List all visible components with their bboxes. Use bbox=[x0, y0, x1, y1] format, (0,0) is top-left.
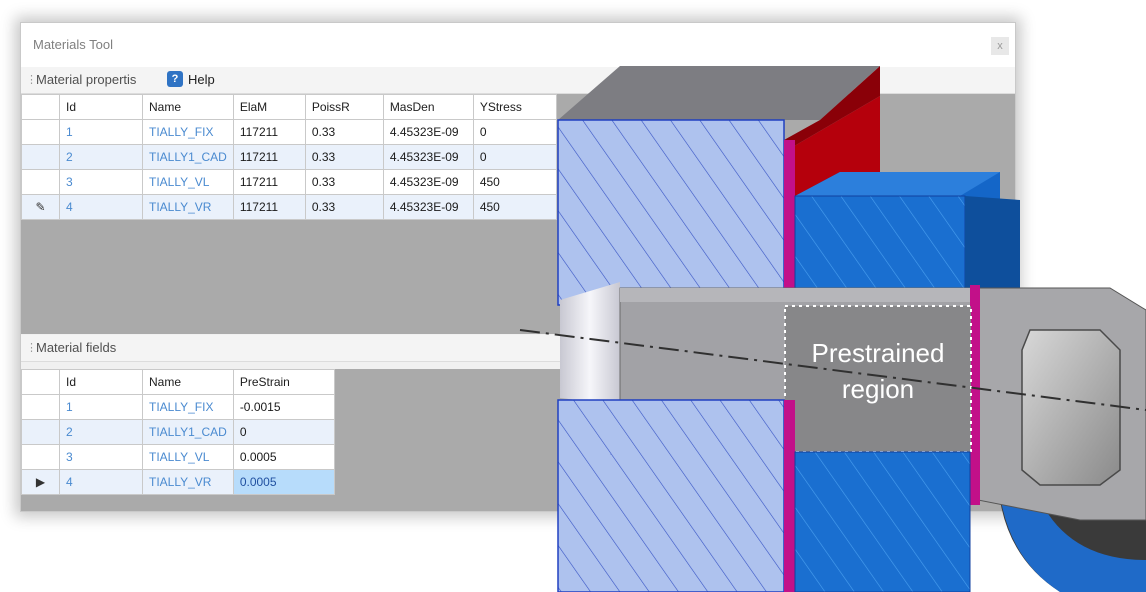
lower-magenta-strip bbox=[784, 400, 795, 592]
table-row[interactable]: 1 TIALLY_FIX -0.0015 bbox=[21, 394, 335, 420]
cell-name[interactable]: TIALLY_VL bbox=[142, 444, 234, 470]
cell-id[interactable]: 4 bbox=[59, 194, 143, 220]
upper-magenta-strip bbox=[784, 140, 795, 305]
cell-poissr[interactable]: 0.33 bbox=[304, 119, 384, 145]
cell-name[interactable]: TIALLY_VR bbox=[142, 469, 234, 495]
cell-poissr[interactable]: 0.33 bbox=[304, 169, 384, 195]
cell-prestrain-selected[interactable]: 0.0005 bbox=[232, 469, 335, 495]
row-header-corner bbox=[21, 369, 60, 395]
toolbar-grip-icon[interactable]: ⋮ bbox=[26, 341, 37, 354]
window-title: Materials Tool bbox=[33, 37, 113, 52]
column-header-name[interactable]: Name bbox=[142, 369, 234, 395]
cell-masden[interactable]: 4.45323E-09 bbox=[382, 169, 474, 195]
cell-masden[interactable]: 4.45323E-09 bbox=[382, 144, 474, 170]
column-header-masden[interactable]: MasDen bbox=[382, 94, 474, 120]
lower-blue-hatched-face bbox=[794, 451, 971, 592]
properties-toolbar-label: Material propertis bbox=[36, 72, 137, 87]
cell-poissr[interactable]: 0.33 bbox=[304, 144, 384, 170]
column-header-elam[interactable]: ElaM bbox=[232, 94, 306, 120]
column-header-name[interactable]: Name bbox=[142, 94, 234, 120]
cell-elam[interactable]: 117211 bbox=[232, 119, 306, 145]
cell-prestrain[interactable]: -0.0015 bbox=[232, 394, 335, 420]
table-row[interactable]: ▶ 4 TIALLY_VR 0.0005 bbox=[21, 469, 335, 495]
cell-ystress[interactable]: 450 bbox=[472, 169, 557, 195]
lower-hatched-section bbox=[557, 399, 785, 592]
close-button[interactable]: x bbox=[991, 37, 1009, 55]
bore-hole bbox=[560, 282, 620, 405]
hex-socket-icon bbox=[1021, 329, 1121, 486]
cell-id[interactable]: 3 bbox=[59, 169, 143, 195]
table-row[interactable]: 2 TIALLY1_CAD 117211 0.33 4.45323E-09 0 bbox=[21, 144, 557, 170]
cell-name[interactable]: TIALLY_VR bbox=[142, 194, 234, 220]
cell-id[interactable]: 2 bbox=[59, 419, 143, 445]
table-row[interactable]: 3 TIALLY_VL 0.0005 bbox=[21, 444, 335, 470]
cell-name[interactable]: TIALLY_VL bbox=[142, 169, 234, 195]
table-row[interactable]: ✎ 4 TIALLY_VR 117211 0.33 4.45323E-09 45… bbox=[21, 194, 557, 220]
bolt-shaft-highlight bbox=[620, 288, 980, 302]
row-header-current-marker[interactable]: ▶ bbox=[21, 469, 60, 495]
fields-header-row: Id Name PreStrain bbox=[21, 369, 335, 395]
row-header[interactable] bbox=[21, 144, 60, 170]
table-row[interactable]: 2 TIALLY1_CAD 0 bbox=[21, 419, 335, 445]
cell-ystress[interactable]: 0 bbox=[472, 144, 557, 170]
upper-hatched-section bbox=[557, 119, 785, 306]
cell-ystress[interactable]: 450 bbox=[472, 194, 557, 220]
row-header[interactable] bbox=[21, 444, 60, 470]
table-row[interactable]: 3 TIALLY_VL 117211 0.33 4.45323E-09 450 bbox=[21, 169, 557, 195]
column-header-id[interactable]: Id bbox=[59, 369, 143, 395]
upper-blue-block-side bbox=[965, 196, 1020, 300]
properties-table: Id Name ElaM PoissR MasDen YStress 1 TIA… bbox=[21, 94, 557, 220]
cell-elam[interactable]: 117211 bbox=[232, 194, 306, 220]
table-row[interactable]: 1 TIALLY_FIX 117211 0.33 4.45323E-09 0 bbox=[21, 119, 557, 145]
title-bar: Materials Tool x bbox=[21, 23, 1015, 67]
help-button[interactable]: Help bbox=[188, 72, 215, 87]
fields-toolbar-label: Material fields bbox=[36, 340, 117, 355]
cell-id[interactable]: 1 bbox=[59, 119, 143, 145]
cell-elam[interactable]: 117211 bbox=[232, 169, 306, 195]
row-header-corner bbox=[21, 94, 60, 120]
cell-masden[interactable]: 4.45323E-09 bbox=[382, 119, 474, 145]
cell-poissr[interactable]: 0.33 bbox=[304, 194, 384, 220]
prestrained-label: Prestrained bbox=[812, 338, 945, 368]
column-header-prestrain[interactable]: PreStrain bbox=[232, 369, 335, 395]
cell-id[interactable]: 3 bbox=[59, 444, 143, 470]
column-header-ystress[interactable]: YStress bbox=[472, 94, 557, 120]
row-header-edit-marker[interactable]: ✎ bbox=[21, 194, 60, 220]
toolbar-grip-icon[interactable]: ⋮ bbox=[26, 73, 37, 86]
cell-name[interactable]: TIALLY1_CAD bbox=[142, 144, 234, 170]
properties-header-row: Id Name ElaM PoissR MasDen YStress bbox=[21, 94, 557, 120]
column-header-id[interactable]: Id bbox=[59, 94, 143, 120]
cell-id[interactable]: 2 bbox=[59, 144, 143, 170]
row-header[interactable] bbox=[21, 119, 60, 145]
cell-name[interactable]: TIALLY_FIX bbox=[142, 119, 234, 145]
cell-prestrain[interactable]: 0.0005 bbox=[232, 444, 335, 470]
cell-prestrain[interactable]: 0 bbox=[232, 419, 335, 445]
cell-name[interactable]: TIALLY_FIX bbox=[142, 394, 234, 420]
cell-id[interactable]: 4 bbox=[59, 469, 143, 495]
cell-ystress[interactable]: 0 bbox=[472, 119, 557, 145]
fields-table: Id Name PreStrain 1 TIALLY_FIX -0.0015 2… bbox=[21, 369, 335, 495]
cell-elam[interactable]: 117211 bbox=[232, 144, 306, 170]
cell-id[interactable]: 1 bbox=[59, 394, 143, 420]
row-header[interactable] bbox=[21, 419, 60, 445]
cell-masden[interactable]: 4.45323E-09 bbox=[382, 194, 474, 220]
cell-name[interactable]: TIALLY1_CAD bbox=[142, 419, 234, 445]
help-icon[interactable]: ? bbox=[167, 71, 183, 87]
row-header[interactable] bbox=[21, 394, 60, 420]
column-header-poissr[interactable]: PoissR bbox=[304, 94, 384, 120]
row-header[interactable] bbox=[21, 169, 60, 195]
